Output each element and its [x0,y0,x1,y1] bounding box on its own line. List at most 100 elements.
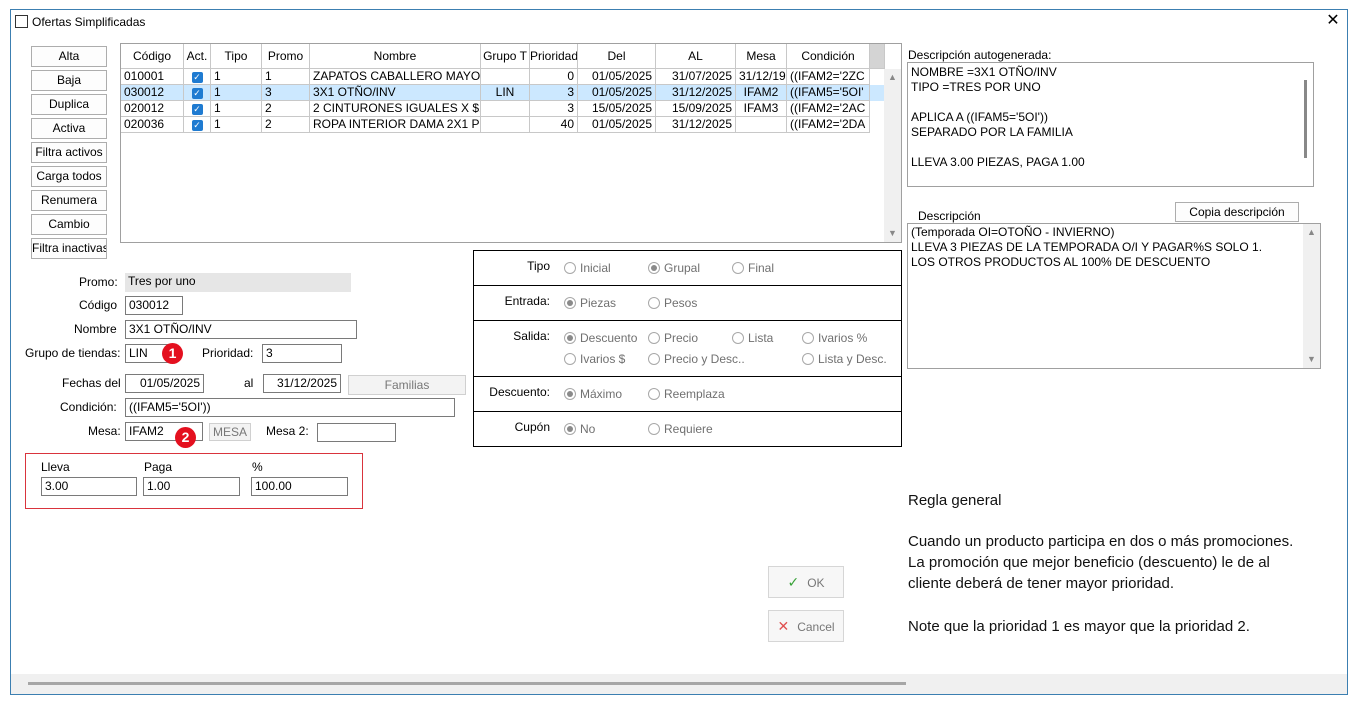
radio-descuento-dot[interactable] [564,332,576,344]
act-checkbox[interactable]: ✓ [184,117,211,133]
cell-del[interactable]: 01/05/2025 [578,85,656,101]
cell-mesa[interactable]: IFAM2 [736,85,787,101]
col-header-grupo[interactable]: Grupo T [481,44,530,69]
cell-promo[interactable]: 2 [262,117,310,133]
radio-maximo[interactable]: Máximo [564,387,622,401]
col-header-del[interactable]: Del [578,44,656,69]
act-checkbox[interactable]: ✓ [184,101,211,117]
desc-auto-scroll-thumb[interactable] [1304,80,1307,158]
nombre-input[interactable]: 3X1 OTÑO/INV [125,320,357,339]
baja-button[interactable]: Baja [31,70,107,91]
cell-al[interactable]: 31/07/2025 [656,69,736,85]
cell-tipo[interactable]: 1 [211,117,262,133]
cell-prioridad[interactable]: 3 [530,101,578,117]
desc-scroll-up-icon[interactable]: ▲ [1303,224,1320,241]
cell-promo[interactable]: 3 [262,85,310,101]
offers-grid[interactable]: Código Act. Tipo Promo Nombre Grupo T Pr… [120,43,902,243]
col-header-tipo[interactable]: Tipo [211,44,262,69]
cell-mesa[interactable] [736,117,787,133]
codigo-input[interactable]: 030012 [125,296,183,315]
cell-tipo[interactable]: 1 [211,69,262,85]
filtra-activos-button[interactable]: Filtra activos [31,142,107,163]
prioridad-input[interactable]: 3 [262,344,342,363]
cell-al[interactable]: 31/12/2025 [656,117,736,133]
horizontal-scrollbar[interactable] [11,674,1347,694]
cambio-button[interactable]: Cambio [31,214,107,235]
alta-button[interactable]: Alta [31,46,107,67]
radio-precio-dot[interactable] [648,332,660,344]
cell-codigo[interactable]: 020036 [121,117,184,133]
cell-prioridad[interactable]: 40 [530,117,578,133]
col-header-act[interactable]: Act. [184,44,211,69]
col-header-al[interactable]: AL [656,44,736,69]
filtra-inactivas-button[interactable]: Filtra inactivas [31,238,107,259]
radio-ivarios-pct-dot[interactable] [802,332,814,344]
cell-prioridad[interactable]: 3 [530,85,578,101]
cell-tipo[interactable]: 1 [211,101,262,117]
ok-button[interactable]: ✓ OK [768,566,844,598]
radio-piezas-dot[interactable] [564,297,576,309]
radio-ivarios-dollar-dot[interactable] [564,353,576,365]
cell-del[interactable]: 15/05/2025 [578,101,656,117]
table-row[interactable]: 030012 ✓ 1 3 3X1 OTÑO/INV LIN 3 01/05/2025 31/12… [121,85,885,101]
act-checkbox[interactable]: ✓ [184,85,211,101]
radio-piezas[interactable]: Piezas [564,296,616,310]
cell-al[interactable]: 15/09/2025 [656,101,736,117]
radio-final[interactable]: Final [732,261,774,275]
cell-codigo[interactable]: 010001 [121,69,184,85]
scroll-down-icon[interactable]: ▼ [884,225,901,242]
activa-button[interactable]: Activa [31,118,107,139]
radio-pesos-dot[interactable] [648,297,660,309]
radio-reemplaza[interactable]: Reemplaza [648,387,725,401]
cell-mesa[interactable]: 31/12/19 [736,69,787,85]
cell-nombre[interactable]: 3X1 OTÑO/INV [310,85,481,101]
radio-descuento[interactable]: Descuento [564,331,637,345]
cell-nombre[interactable]: ROPA INTERIOR DAMA 2X1 P [310,117,481,133]
col-header-prioridad[interactable]: Prioridad [530,44,578,69]
radio-requiere-dot[interactable] [648,423,660,435]
scroll-up-icon[interactable]: ▲ [884,69,901,86]
cell-grupo[interactable]: LIN [481,85,530,101]
col-header-mesa[interactable]: Mesa [736,44,787,69]
radio-pesos[interactable]: Pesos [648,296,697,310]
cell-codigo[interactable]: 020012 [121,101,184,117]
renumera-button[interactable]: Renumera [31,190,107,211]
table-row[interactable]: 020036 ✓ 1 2 ROPA INTERIOR DAMA 2X1 P 40 01/05… [121,117,885,133]
mesa-button[interactable]: MESA [209,423,251,441]
fecha-al-input[interactable]: 31/12/2025 [263,374,341,393]
carga-todos-button[interactable]: Carga todos [31,166,107,187]
cell-del[interactable]: 01/05/2025 [578,117,656,133]
radio-inicial-dot[interactable] [564,262,576,274]
radio-inicial[interactable]: Inicial [564,261,611,275]
lleva-input[interactable]: 3.00 [41,477,137,496]
cell-condicion[interactable]: ((IFAM2='2DA [787,117,870,133]
check-icon[interactable]: ✓ [191,120,203,131]
radio-ivarios-pct[interactable]: Ivarios % [802,331,867,345]
desc-scrollbar[interactable]: ▲ ▼ [1303,224,1320,368]
mesa2-input[interactable] [317,423,396,442]
copia-descripcion-button[interactable]: Copia descripción [1175,202,1299,222]
check-icon[interactable]: ✓ [191,72,203,83]
cancel-button[interactable]: ✕ Cancel [768,610,844,642]
cell-al[interactable]: 31/12/2025 [656,85,736,101]
desc-auto-textarea[interactable]: NOMBRE =3X1 OTÑO/INV TIPO =TRES POR UNO … [907,62,1314,187]
desc-textarea[interactable]: (Temporada OI=OTOÑO - INVIERNO) LLEVA 3 … [907,223,1321,369]
condicion-input[interactable]: ((IFAM5='5OI')) [125,398,455,417]
radio-grupal-dot[interactable] [648,262,660,274]
radio-final-dot[interactable] [732,262,744,274]
cell-grupo[interactable] [481,69,530,85]
radio-precio-y-desc[interactable]: Precio y Desc.. [648,352,745,366]
col-header-codigo[interactable]: Código [121,44,184,69]
grid-vertical-scrollbar[interactable]: ▲ ▼ [884,69,901,242]
cell-nombre[interactable]: 2 CINTURONES IGUALES X $1 [310,101,481,117]
radio-maximo-dot[interactable] [564,388,576,400]
cell-condicion[interactable]: ((IFAM2='2AC [787,101,870,117]
cell-grupo[interactable] [481,101,530,117]
cell-mesa[interactable]: IFAM3 [736,101,787,117]
cell-condicion[interactable]: ((IFAM2='2ZC [787,69,870,85]
check-icon[interactable]: ✓ [191,104,203,115]
radio-lista-dot[interactable] [732,332,744,344]
table-row[interactable]: 020012 ✓ 1 2 2 CINTURONES IGUALES X $1 3 15/05… [121,101,885,117]
act-checkbox[interactable]: ✓ [184,69,211,85]
cell-grupo[interactable] [481,117,530,133]
